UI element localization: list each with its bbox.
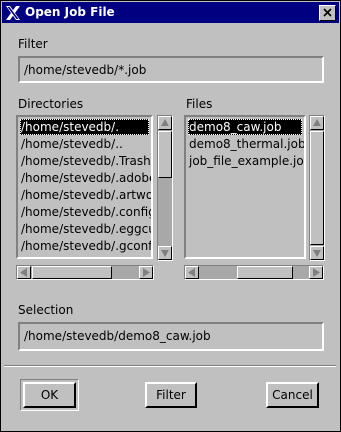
title-bar[interactable]: Open Job File [2, 2, 339, 23]
scroll-down-button[interactable] [310, 246, 324, 260]
files-vscroll-thumb[interactable] [310, 131, 324, 245]
arrow-left-icon [188, 268, 195, 277]
cancel-button[interactable]: Cancel [266, 382, 319, 408]
files-list[interactable]: demo8_caw.job demo8_thermal.job job_file_e… [184, 115, 306, 259]
directories-list-item[interactable]: /home/stevedb/.gconf [20, 238, 151, 254]
directories-list-item[interactable]: /home/stevedb/.artwork [20, 187, 151, 203]
scroll-right-button[interactable] [309, 266, 323, 279]
directories-vscrollbar[interactable] [157, 115, 173, 261]
directories-list-item[interactable]: /home/stevedb/.. [20, 136, 149, 152]
files-hscrollbar[interactable] [184, 265, 324, 280]
arrow-right-icon [313, 268, 320, 277]
directories-list-item[interactable]: /home/stevedb/.Trash [20, 153, 151, 169]
selection-label: Selection [18, 303, 74, 317]
close-button[interactable] [319, 5, 336, 21]
arrow-down-icon [313, 250, 321, 257]
filter-input-value: /home/stevedb/*.job [24, 63, 147, 77]
files-list-item[interactable]: job_file_example.job [188, 153, 304, 169]
scroll-right-button[interactable] [139, 266, 153, 279]
scroll-left-button[interactable] [185, 266, 199, 279]
files-list-item[interactable]: demo8_caw.job [188, 119, 302, 135]
arrow-down-icon [161, 250, 169, 257]
x-logo-icon [5, 5, 21, 21]
arrow-left-icon [20, 268, 27, 277]
directories-vscroll-thumb[interactable] [158, 131, 172, 178]
scroll-left-button[interactable] [17, 266, 31, 279]
directories-list-item[interactable]: /home/stevedb/.config [20, 204, 151, 220]
window-title: Open Job File [25, 5, 115, 19]
directories-list-item[interactable]: /home/stevedb/.eggcup [20, 221, 151, 237]
ok-button[interactable]: OK [23, 382, 76, 408]
filter-input[interactable]: /home/stevedb/*.job [18, 56, 324, 83]
dialog-window: Open Job File Filter /home/stevedb/*.job… [0, 0, 341, 432]
filter-button[interactable]: Filter [145, 382, 197, 408]
scroll-up-button[interactable] [310, 116, 324, 130]
directories-list-item[interactable]: /home/stevedb/.adobe [20, 170, 151, 186]
selection-input-value: /home/stevedb/demo8_caw.job [24, 329, 211, 343]
scroll-up-button[interactable] [158, 116, 172, 130]
directories-hscroll-thumb[interactable] [32, 266, 112, 279]
files-list-item[interactable]: demo8_thermal.job [188, 136, 304, 152]
directories-list-item[interactable]: /home/stevedb/. [20, 119, 149, 135]
close-icon [323, 8, 332, 17]
files-hscroll-thumb[interactable] [237, 266, 293, 279]
separator [4, 365, 336, 367]
selection-input[interactable]: /home/stevedb/demo8_caw.job [18, 322, 324, 351]
filter-label: Filter [18, 37, 48, 51]
files-vscrollbar[interactable] [309, 115, 325, 261]
directories-list[interactable]: /home/stevedb/./home/stevedb/../home/ste… [16, 115, 153, 259]
arrow-right-icon [143, 268, 150, 277]
scroll-down-button[interactable] [158, 246, 172, 260]
directories-hscrollbar[interactable] [16, 265, 154, 280]
files-label: Files [186, 97, 213, 111]
directories-label: Directories [18, 97, 84, 111]
arrow-up-icon [161, 119, 169, 126]
arrow-up-icon [313, 119, 321, 126]
